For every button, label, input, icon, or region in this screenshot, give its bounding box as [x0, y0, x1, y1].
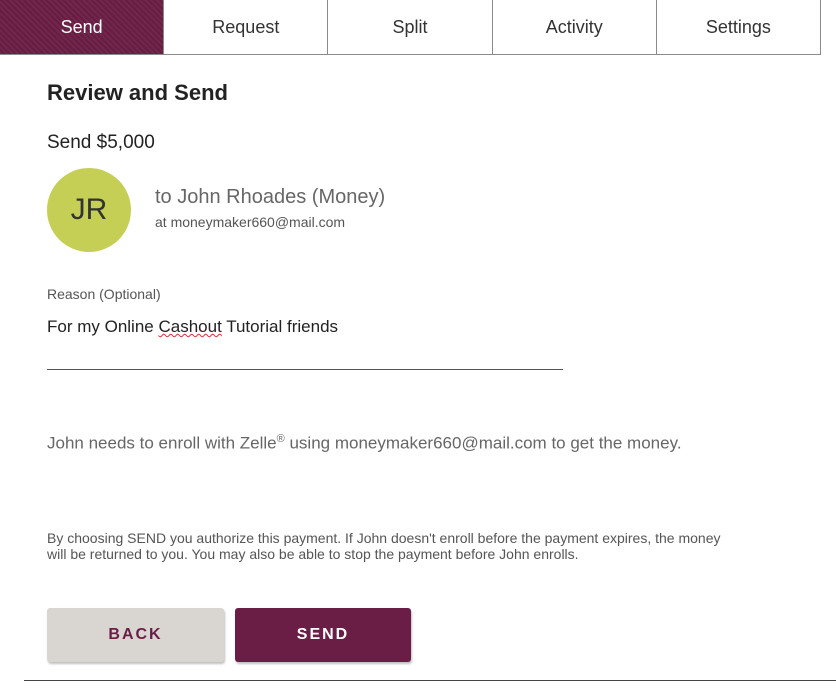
tab-bar: Send Request Split Activity Settings: [0, 0, 822, 55]
authorization-note: By choosing SEND you authorize this paym…: [47, 530, 721, 562]
tab-split[interactable]: Split: [328, 0, 493, 54]
page-title: Review and Send: [47, 80, 228, 105]
enroll-note: John needs to enroll with Zelle® using m…: [47, 428, 707, 455]
tab-send[interactable]: Send: [0, 0, 165, 54]
back-button[interactable]: BACK: [47, 608, 224, 662]
tab-activity[interactable]: Activity: [492, 0, 657, 54]
recipient-name: to John Rhoades (Money): [155, 186, 386, 208]
reason-label: Reason (Optional): [47, 286, 161, 302]
reason-input[interactable]: [47, 312, 563, 370]
enroll-note-text-2: using moneymaker660@mail.com to get the …: [284, 433, 682, 453]
tab-settings[interactable]: Settings: [656, 0, 822, 54]
tab-request[interactable]: Request: [164, 0, 329, 54]
registered-mark: ®: [276, 433, 285, 445]
avatar: JR: [47, 168, 131, 252]
send-button[interactable]: SEND: [235, 608, 411, 662]
enroll-note-text: John needs to enroll with Zelle: [47, 433, 277, 453]
recipient-email: at moneymaker660@mail.com: [155, 214, 346, 230]
divider: [24, 680, 836, 681]
send-amount: Send $5,000: [47, 132, 155, 153]
avatar-initials: JR: [70, 193, 108, 226]
